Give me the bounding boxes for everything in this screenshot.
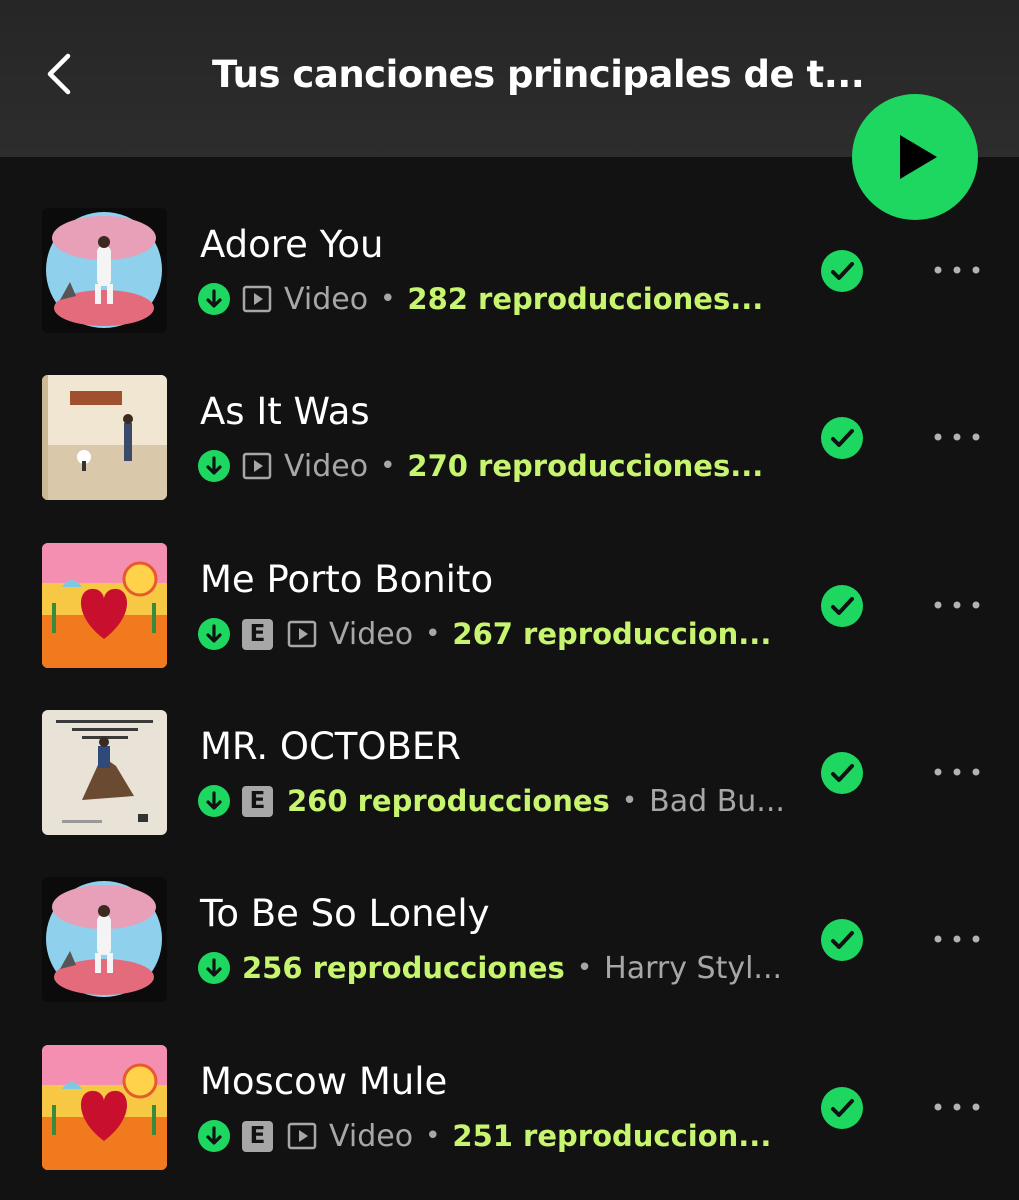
more-options-button[interactable] bbox=[928, 422, 988, 452]
saved-check-icon[interactable] bbox=[821, 1087, 863, 1129]
saved-check-icon[interactable] bbox=[821, 752, 863, 794]
saved-check-icon[interactable] bbox=[821, 919, 863, 961]
video-label: Video bbox=[284, 448, 369, 484]
more-options-button[interactable] bbox=[928, 255, 988, 285]
explicit-badge: E bbox=[242, 785, 273, 817]
album-cover bbox=[42, 1045, 167, 1170]
video-icon bbox=[242, 451, 272, 481]
track-meta: E Video • 267 reproduccion... bbox=[198, 615, 771, 653]
album-cover bbox=[42, 877, 167, 1002]
play-button[interactable] bbox=[852, 94, 978, 220]
video-icon bbox=[287, 1121, 317, 1151]
downloaded-icon bbox=[198, 952, 230, 984]
track-meta: Video • 282 reproducciones... bbox=[198, 280, 763, 318]
play-count: 282 reproducciones... bbox=[407, 282, 764, 316]
saved-check-icon[interactable] bbox=[821, 585, 863, 627]
video-icon bbox=[242, 284, 272, 314]
separator-dot: • bbox=[621, 786, 638, 816]
separator-dot: • bbox=[380, 284, 396, 314]
play-count: 267 reproduccion... bbox=[452, 617, 772, 651]
more-options-button[interactable] bbox=[928, 757, 988, 787]
explicit-badge: E bbox=[242, 1120, 273, 1152]
more-options-button[interactable] bbox=[928, 590, 988, 620]
track-title: Adore You bbox=[200, 223, 384, 266]
downloaded-icon bbox=[198, 450, 230, 482]
track-meta: 256 reproducciones • Harry Styl... bbox=[198, 949, 782, 987]
album-cover bbox=[42, 375, 167, 500]
chevron-left-icon bbox=[47, 53, 71, 95]
downloaded-icon bbox=[198, 283, 230, 315]
more-icon bbox=[934, 266, 980, 274]
track-row[interactable]: MR. OCTOBER E 260 reproducciones • Bad B… bbox=[0, 710, 1019, 836]
track-title: To Be So Lonely bbox=[200, 892, 490, 935]
track-meta: E 260 reproducciones • Bad Bu... bbox=[198, 782, 785, 820]
saved-check-icon[interactable] bbox=[821, 250, 863, 292]
more-icon bbox=[934, 1103, 980, 1111]
explicit-badge: E bbox=[242, 618, 273, 650]
album-cover bbox=[42, 543, 167, 668]
artist-name: Harry Styl... bbox=[604, 950, 783, 986]
track-title: Me Porto Bonito bbox=[200, 558, 494, 601]
album-cover bbox=[42, 710, 167, 835]
track-title: As It Was bbox=[200, 390, 370, 433]
play-count: 256 reproducciones bbox=[242, 951, 565, 985]
video-icon bbox=[287, 619, 317, 649]
more-options-button[interactable] bbox=[928, 924, 988, 954]
separator-dot: • bbox=[380, 451, 396, 481]
more-icon bbox=[934, 768, 980, 776]
track-row[interactable]: As It Was Video • 270 reproducciones... bbox=[0, 375, 1019, 501]
more-icon bbox=[934, 601, 980, 609]
video-label: Video bbox=[284, 281, 369, 317]
track-row[interactable]: Me Porto Bonito E Video • 267 reproducci… bbox=[0, 543, 1019, 669]
track-meta: E Video • 251 reproduccion... bbox=[198, 1117, 771, 1155]
more-icon bbox=[934, 433, 980, 441]
artist-name: Bad Bu... bbox=[649, 783, 785, 819]
play-count: 270 reproducciones... bbox=[407, 449, 764, 483]
downloaded-icon bbox=[198, 618, 230, 650]
separator-dot: • bbox=[425, 619, 441, 649]
album-cover bbox=[42, 208, 167, 333]
separator-dot: • bbox=[425, 1121, 441, 1151]
downloaded-icon bbox=[198, 785, 230, 817]
play-count: 251 reproduccion... bbox=[452, 1119, 772, 1153]
play-count: 260 reproducciones bbox=[287, 784, 610, 818]
playlist-screen: Tus canciones principales de t... Adore … bbox=[0, 0, 1019, 1200]
track-row[interactable]: Adore You Video • 282 reproducciones... bbox=[0, 208, 1019, 334]
track-row[interactable]: To Be So Lonely 256 reproducciones • Har… bbox=[0, 877, 1019, 1003]
page-title: Tus canciones principales de t... bbox=[212, 53, 865, 96]
track-row[interactable]: Moscow Mule E Video • 251 reproduccion..… bbox=[0, 1045, 1019, 1171]
track-title: Moscow Mule bbox=[200, 1060, 448, 1103]
play-icon bbox=[900, 135, 937, 179]
downloaded-icon bbox=[198, 1120, 230, 1152]
separator-dot: • bbox=[576, 953, 593, 983]
track-meta: Video • 270 reproducciones... bbox=[198, 447, 763, 485]
back-button[interactable] bbox=[40, 50, 84, 98]
track-title: MR. OCTOBER bbox=[200, 725, 461, 768]
saved-check-icon[interactable] bbox=[821, 417, 863, 459]
video-label: Video bbox=[329, 616, 414, 652]
more-icon bbox=[934, 935, 980, 943]
video-label: Video bbox=[329, 1118, 414, 1154]
more-options-button[interactable] bbox=[928, 1092, 988, 1122]
